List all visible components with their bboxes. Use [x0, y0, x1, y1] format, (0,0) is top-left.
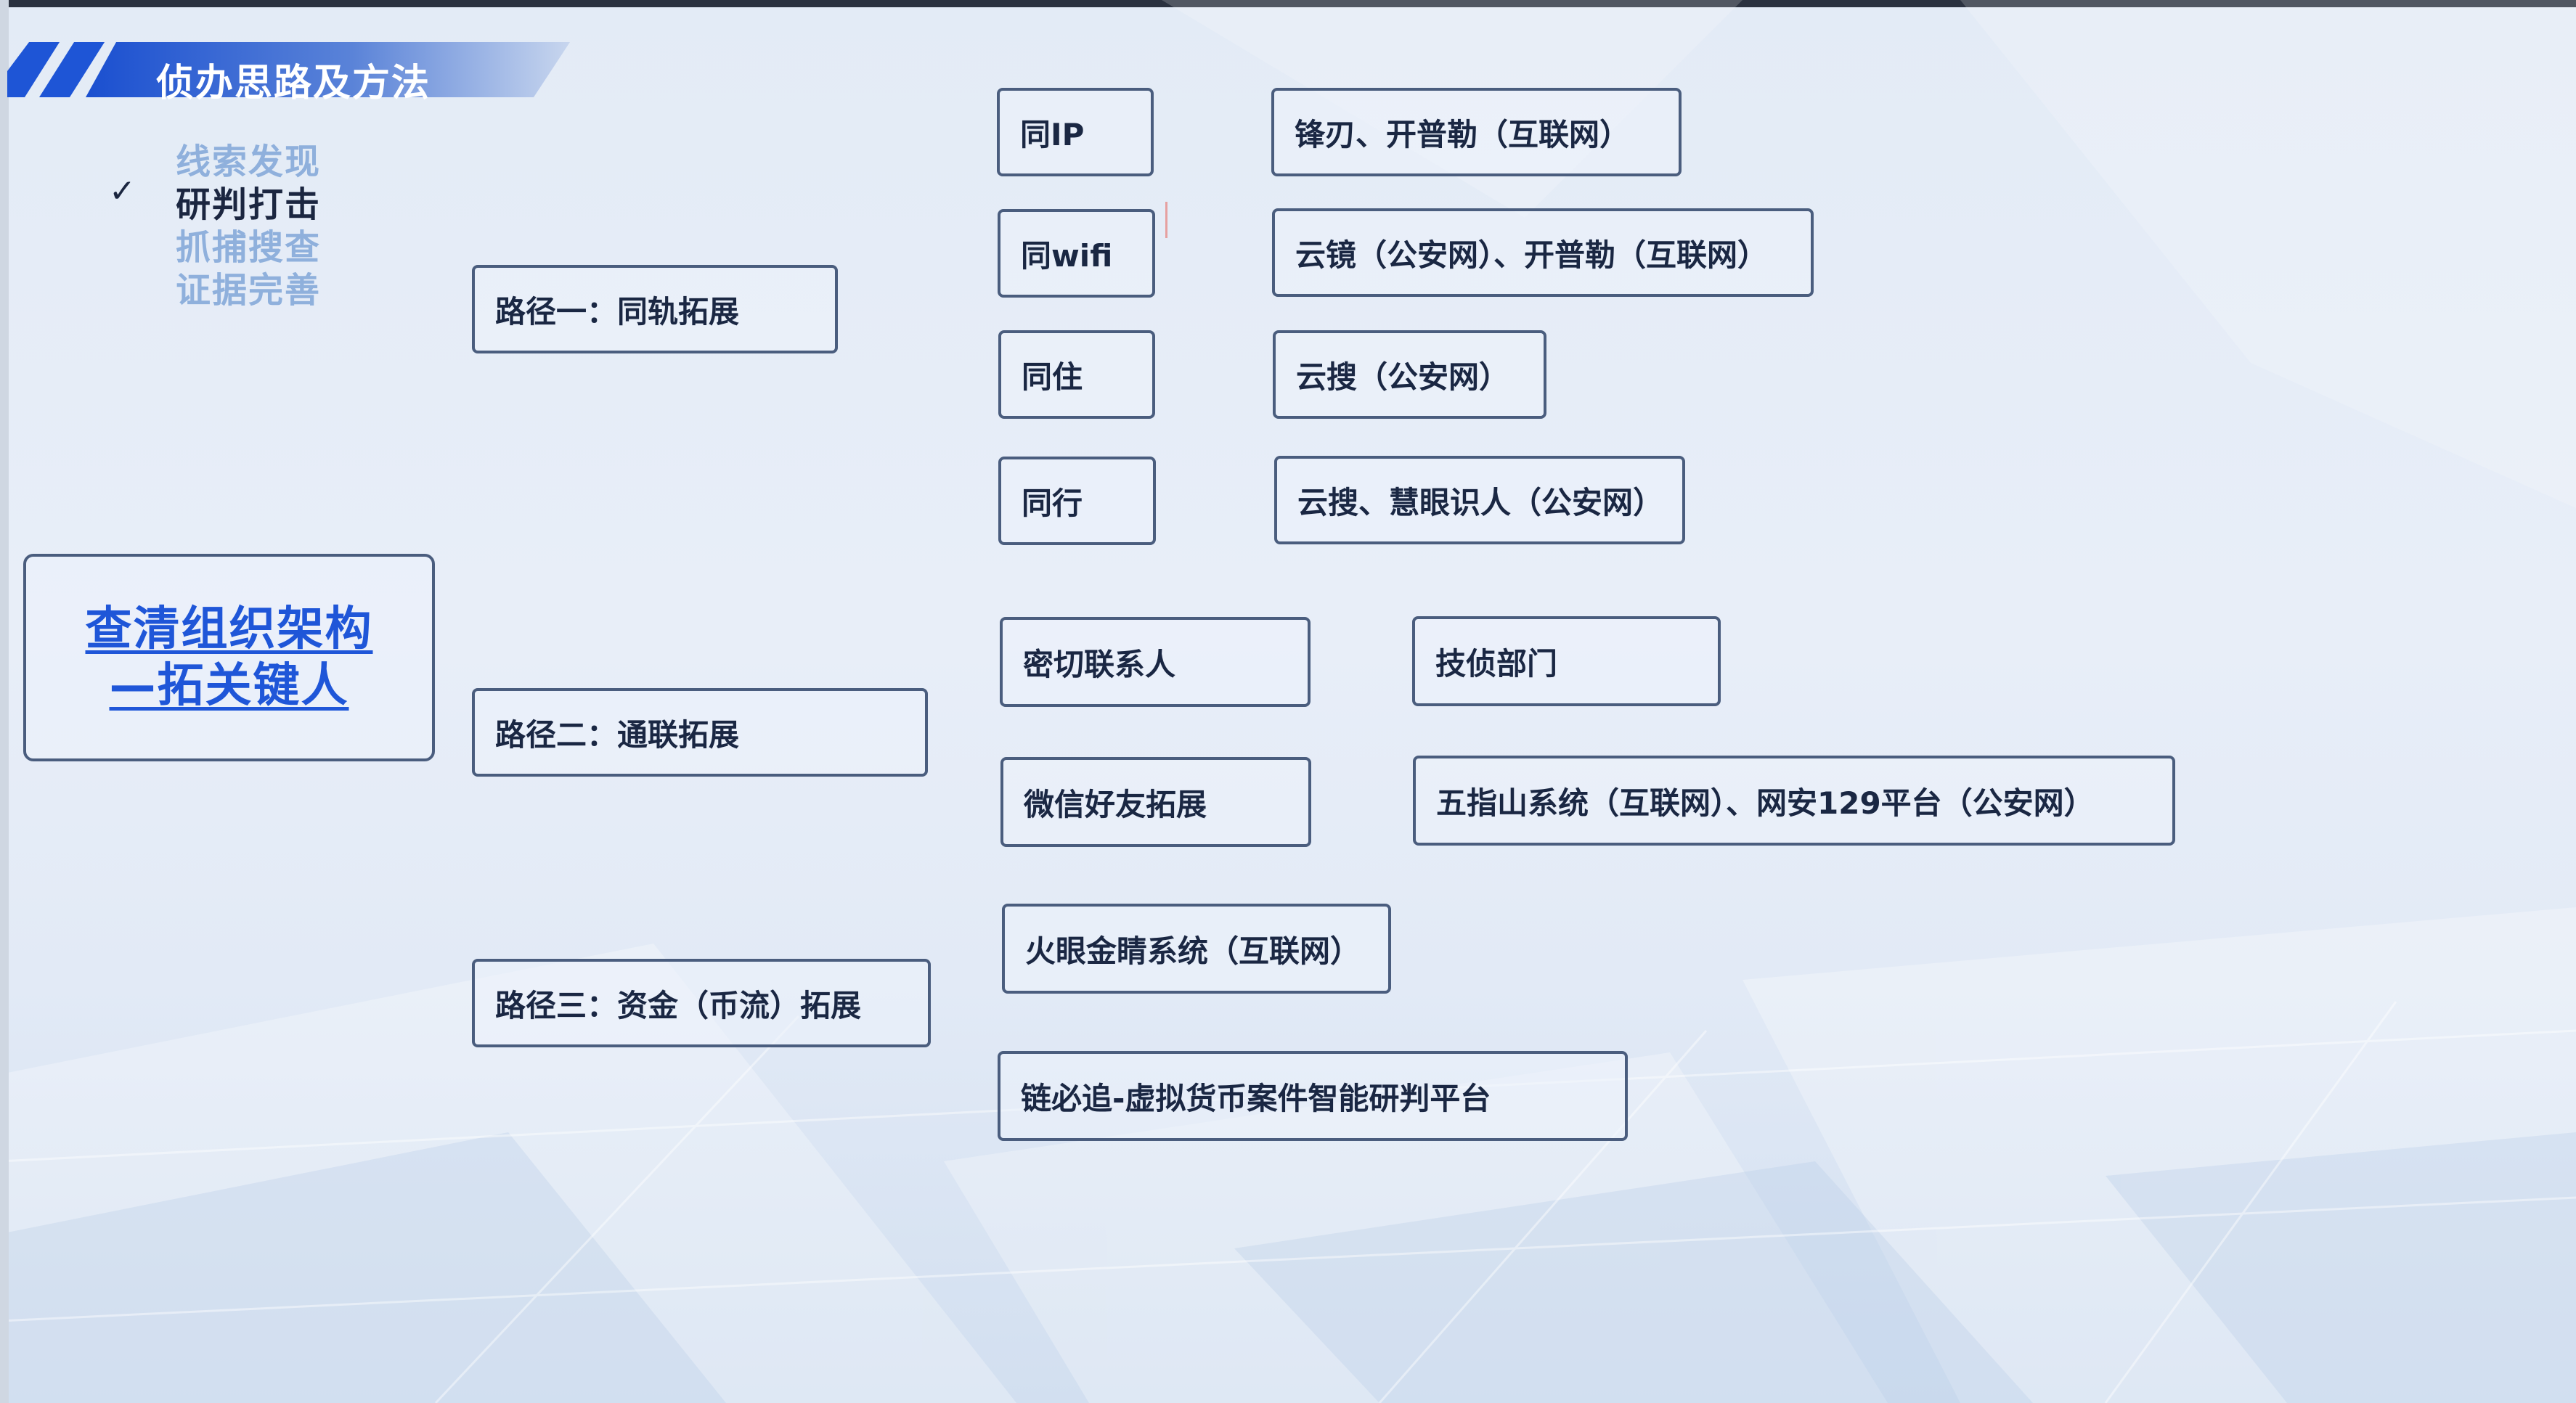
main-topic-line1: 查清组织架构	[85, 602, 373, 656]
method-same-wifi: 同wifi	[998, 209, 1155, 298]
tool-same-travel: 云搜、慧眼识人（公安网）	[1274, 456, 1685, 544]
tool-lianbizhui-platform: 链必追-虚拟货币案件智能研判平台	[998, 1051, 1628, 1141]
main-topic-line2: —拓关键人	[109, 659, 349, 713]
method-same-ip: 同IP	[997, 88, 1154, 176]
path3-box: 路径三：资金（币流）拓展	[472, 959, 931, 1047]
tool-huoyan-system: 火眼金睛系统（互联网）	[1002, 904, 1391, 994]
tool-wechat-friends: 五指山系统（互联网）、网安129平台（公安网）	[1413, 756, 2175, 846]
tool-same-ip: 锋刃、开普勒（互联网）	[1271, 88, 1682, 176]
path1-box: 路径一：同轨拓展	[472, 265, 838, 353]
red-mark	[1165, 202, 1167, 238]
method-same-travel: 同行	[998, 457, 1156, 545]
tool-same-residence: 云搜（公安网）	[1273, 330, 1546, 419]
method-same-residence: 同住	[998, 330, 1155, 419]
path2-box: 路径二：通联拓展	[472, 688, 928, 777]
main-topic-box: 查清组织架构 —拓关键人	[23, 554, 435, 761]
check-icon: ✓	[109, 173, 136, 210]
method-close-contacts: 密切联系人	[1000, 617, 1311, 707]
section-banner: 侦办思路及方法	[7, 42, 588, 105]
tool-same-wifi: 云镜（公安网）、开普勒（互联网）	[1272, 208, 1814, 297]
left-screen-edge	[0, 0, 9, 1403]
banner-title: 侦办思路及方法	[156, 62, 431, 105]
method-wechat-friends: 微信好友拓展	[1000, 757, 1311, 847]
tool-close-contacts: 技侦部门	[1412, 616, 1721, 706]
step-evidence-completion: 证据完善	[176, 270, 322, 311]
